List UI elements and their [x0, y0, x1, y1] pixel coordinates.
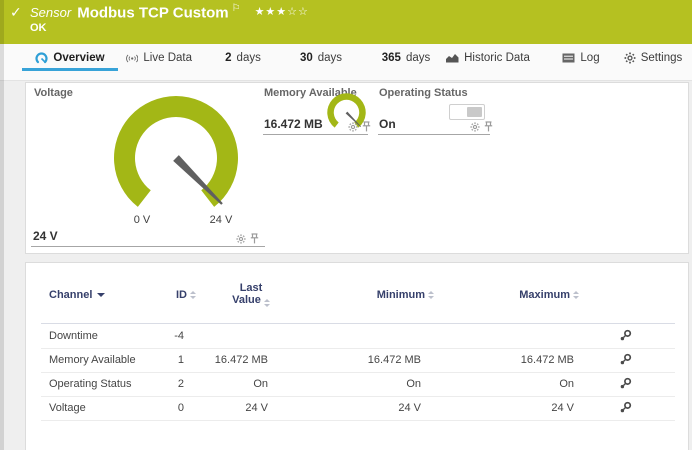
active-tab-underline — [22, 68, 118, 71]
tab-label: Overview — [53, 52, 104, 64]
column-header-maximum[interactable]: Maximum — [471, 289, 579, 301]
cell-id: -4 — [134, 324, 184, 348]
cell-minimum: On — [326, 372, 421, 396]
table-row-operating-status[interactable]: Operating Status 2 On On On — [41, 372, 675, 397]
sensor-status-badge: OK — [30, 22, 47, 34]
tab-log[interactable]: Log — [556, 44, 606, 72]
tab-live-data[interactable]: Live Data — [126, 44, 192, 72]
voltage-gauge[interactable] — [111, 93, 241, 214]
table-row-voltage[interactable]: Voltage 0 24 V 24 V 24 V — [41, 396, 675, 421]
table-row-downtime[interactable]: Downtime -4 — [41, 324, 675, 349]
cell-id: 0 — [134, 396, 184, 420]
column-label: Minimum — [377, 289, 425, 301]
cell-id: 1 — [134, 348, 184, 372]
tab-label: days — [318, 52, 342, 64]
cell-id: 2 — [134, 372, 184, 396]
column-header-id[interactable]: ID — [136, 289, 196, 301]
gear-icon[interactable] — [348, 122, 358, 132]
operating-channel-actions[interactable] — [470, 121, 493, 132]
channels-table-panel: Channel ID Last Value Minimum Maximum Do… — [25, 262, 689, 450]
cell-channel: Operating Status — [49, 372, 132, 396]
column-label: Last Value — [232, 282, 262, 306]
tab-number: 2 — [225, 52, 231, 64]
channel-settings-icon[interactable] — [619, 329, 632, 345]
gauge-title-voltage: Voltage — [34, 87, 73, 99]
column-label: ID — [176, 289, 187, 301]
cell-channel: Voltage — [49, 396, 86, 420]
gear-icon[interactable] — [236, 234, 246, 244]
gauge-scale-min: 0 V — [122, 214, 162, 226]
log-icon — [562, 53, 575, 63]
sort-icon — [264, 299, 270, 307]
pin-icon[interactable] — [250, 233, 259, 244]
column-header-minimum[interactable]: Minimum — [326, 289, 434, 301]
cell-maximum: 24 V — [481, 396, 574, 420]
cell-channel: Downtime — [49, 324, 98, 348]
column-header-last-value[interactable]: Last Value — [225, 282, 277, 307]
divider — [31, 246, 265, 247]
pin-icon[interactable] — [484, 121, 493, 132]
tab-label: days — [406, 52, 430, 64]
channel-settings-icon[interactable] — [619, 377, 632, 393]
voltage-channel-actions[interactable] — [236, 233, 259, 244]
divider — [378, 134, 490, 135]
sort-icon — [428, 291, 434, 299]
sensor-title: Modbus TCP Custom — [77, 4, 228, 21]
gauge-scale-max: 24 V — [201, 214, 241, 226]
sensor-kind-label: Sensor — [30, 5, 71, 20]
sort-icon — [190, 291, 196, 299]
gear-icon[interactable] — [470, 122, 480, 132]
tab-label: Historic Data — [464, 52, 530, 64]
cell-channel: Memory Available — [49, 348, 136, 372]
cell-last-value: 16.472 MB — [196, 348, 268, 372]
cell-maximum: 16.472 MB — [481, 348, 574, 372]
priority-stars[interactable]: ★★★☆☆ — [255, 6, 309, 18]
cell-last-value: 24 V — [196, 396, 268, 420]
operating-status-switch-graphic[interactable] — [449, 104, 485, 120]
cell-last-value: On — [196, 372, 268, 396]
voltage-value: 24 V — [33, 229, 58, 243]
tab-number: 365 — [382, 52, 401, 64]
cell-minimum: 24 V — [326, 396, 421, 420]
channel-settings-icon[interactable] — [619, 353, 632, 369]
memory-channel-actions[interactable] — [348, 121, 371, 132]
chevron-down-icon — [97, 293, 105, 297]
tab-2-days[interactable]: 2 days — [220, 44, 266, 72]
tab-label: Log — [580, 52, 599, 64]
divider — [263, 134, 368, 135]
pin-icon[interactable] — [362, 121, 371, 132]
sort-icon — [573, 291, 579, 299]
column-label: Channel — [49, 289, 92, 301]
status-ok-check-icon: ✓ — [10, 4, 22, 21]
tab-365-days[interactable]: 365 days — [375, 44, 437, 72]
cell-minimum: 16.472 MB — [326, 348, 421, 372]
memory-value: 16.472 MB — [264, 117, 323, 131]
tab-label: Live Data — [143, 52, 192, 64]
chart-icon — [446, 53, 459, 63]
gear-icon — [624, 52, 636, 64]
tab-settings[interactable]: Settings — [620, 44, 686, 72]
column-header-channel[interactable]: Channel — [49, 289, 105, 301]
broadcast-icon — [126, 53, 138, 64]
tab-30-days[interactable]: 30 days — [295, 44, 347, 72]
tab-label: Settings — [641, 52, 683, 64]
tab-label: days — [237, 52, 261, 64]
overview-gauges-panel: Voltage 0 V 24 V 24 V Memory Available — [25, 82, 689, 254]
gauge-icon — [35, 52, 48, 65]
gauge-title-operating-status: Operating Status — [379, 87, 468, 99]
tab-bar: Overview Live Data 2 days 30 days 365 da… — [0, 44, 692, 81]
operating-status-value: On — [379, 117, 396, 131]
tab-historic-data[interactable]: Historic Data — [444, 44, 532, 72]
switch-knob — [467, 107, 482, 117]
flag-icon[interactable]: ⚐ — [232, 3, 241, 14]
table-row-memory-available[interactable]: Memory Available 1 16.472 MB 16.472 MB 1… — [41, 348, 675, 373]
cell-maximum: On — [481, 372, 574, 396]
sensor-header: ✓ Sensor Modbus TCP Custom ⚐ ★★★☆☆ OK — [0, 0, 692, 44]
tab-number: 30 — [300, 52, 313, 64]
column-label: Maximum — [519, 289, 570, 301]
channel-settings-icon[interactable] — [619, 401, 632, 417]
